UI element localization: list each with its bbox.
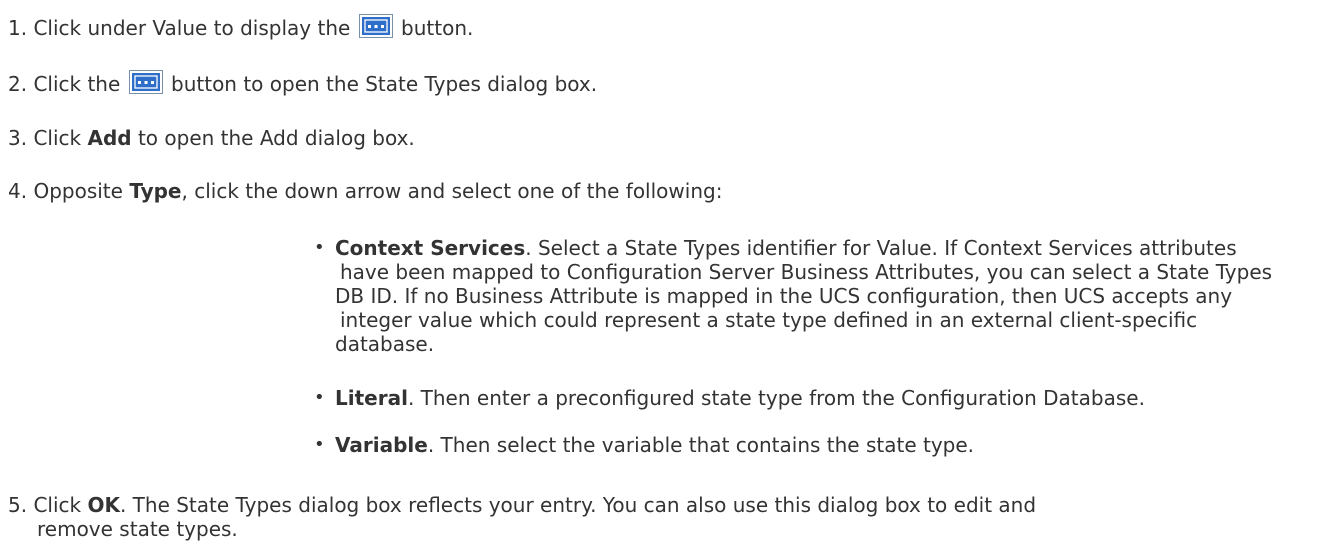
option-context-services: Context Services. Select a State Types i… [335, 235, 1237, 261]
step-text-end: . The State Types dialog box reflects yo… [119, 493, 1037, 517]
step-number: 5. [8, 493, 28, 517]
option-text: . Then select the variable that contains… [427, 433, 975, 457]
step-number: 2. [8, 72, 28, 96]
bullet-icon: • [314, 434, 325, 455]
option-bold-term: Literal [335, 386, 408, 410]
step-text-end: , click the down arrow and select one of… [181, 179, 723, 203]
option-literal: Literal. Then enter a preconfigured stat… [335, 385, 1145, 411]
option-text-line: have been mapped to Configuration Server… [340, 260, 1273, 284]
option-bold-term: Context Services [335, 236, 526, 260]
option-text-line: database. [335, 332, 435, 356]
step-4: 4. Opposite Type, click the down arrow a… [8, 178, 722, 204]
step-text: Click the [33, 72, 121, 96]
bullet-icon: • [314, 387, 325, 408]
option-bold-term: Variable [335, 433, 428, 457]
bullet-icon: • [314, 237, 325, 258]
step-text: Click under Value to display the [33, 16, 351, 40]
ellipsis-button-icon [128, 70, 163, 94]
step-text-end: button to open the State Types dialog bo… [171, 72, 598, 96]
step-2: 2. Click the button to open the State Ty… [8, 70, 597, 97]
step-bold-term: Add [87, 126, 132, 150]
step-text: Click [33, 126, 82, 150]
step-bold-term: Type [129, 179, 182, 203]
ellipsis-button-icon [358, 14, 393, 38]
step-3: 3. Click Add to open the Add dialog box. [8, 125, 415, 151]
step-number: 3. [8, 126, 28, 150]
step-5-continuation: remove state types. [37, 517, 238, 541]
option-text: . Then enter a preconfigured state type … [407, 386, 1145, 410]
step-text: Opposite [33, 179, 123, 203]
step-bold-term: OK [87, 493, 120, 517]
step-5: 5. Click OK. The State Types dialog box … [8, 492, 1036, 518]
step-text-end: to open the Add dialog box. [137, 126, 415, 150]
step-text-end: button. [401, 16, 474, 40]
option-text: . Select a State Types identifier for Va… [525, 236, 1237, 260]
step-1: 1. Click under Value to display the butt… [8, 14, 473, 41]
option-variable: Variable. Then select the variable that … [335, 432, 974, 458]
step-number: 1. [8, 16, 28, 40]
option-text-line: integer value which could represent a st… [340, 308, 1198, 332]
option-text-line: DB ID. If no Business Attribute is mappe… [335, 284, 1233, 308]
step-text: Click [33, 493, 82, 517]
step-number: 4. [8, 179, 28, 203]
